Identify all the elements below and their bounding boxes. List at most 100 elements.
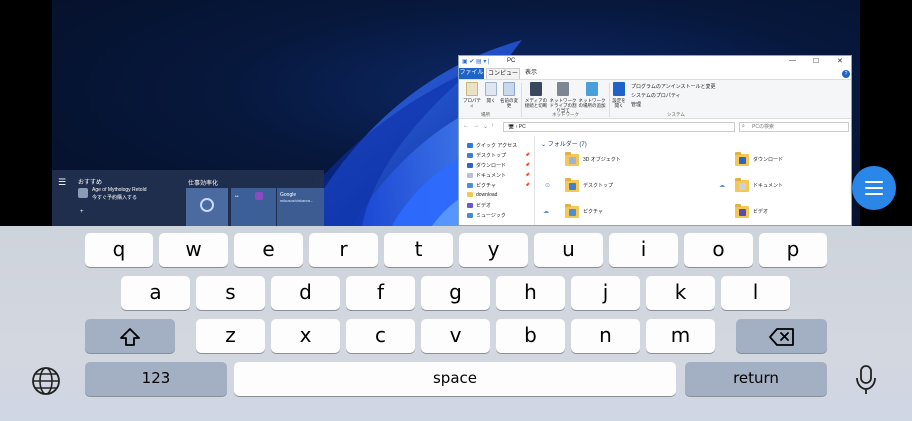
nav-item-pictures[interactable]: ピクチャ: [467, 182, 496, 189]
minimize-icon[interactable]: —: [789, 57, 796, 64]
back-arrow-icon[interactable]: ←: [463, 123, 469, 129]
search-input[interactable]: PCの検索: [739, 122, 849, 132]
document-icon: [467, 173, 473, 178]
globe-icon[interactable]: [30, 365, 62, 397]
file-explorer-window[interactable]: ▣ ✔ ▤ ▾ | PC — ☐ ✕ ファイル コンピューター 表示 ? プロパ…: [458, 55, 852, 226]
start-menu[interactable]: ☰ おすすめ Age of Mythology Retold 今すぐ予約購入する…: [52, 170, 324, 226]
key-w[interactable]: w: [159, 233, 228, 267]
nav-item-desktop[interactable]: デスクトップ: [467, 152, 506, 159]
video-icon: [467, 203, 473, 208]
nav-item-documents[interactable]: ドキュメント: [467, 172, 506, 179]
add-icon[interactable]: +: [80, 209, 84, 215]
folders-section-header[interactable]: ⌄ フォルダー (7): [541, 139, 587, 148]
floating-menu-button[interactable]: [852, 166, 896, 210]
tile-google[interactable]: Google mikusoshinkanra...: [277, 188, 324, 226]
remote-desktop[interactable]: ☰ おすすめ Age of Mythology Retold 今すぐ予約購入する…: [52, 0, 860, 226]
key-m[interactable]: m: [646, 319, 715, 353]
space-key[interactable]: space: [234, 362, 676, 396]
key-f[interactable]: f: [346, 276, 415, 310]
tile-apps[interactable]: ••: [231, 188, 276, 226]
maximize-icon[interactable]: ☐: [813, 57, 819, 65]
nav-item-download-folder[interactable]: download: [467, 192, 497, 198]
onscreen-keyboard: q w e r t y u i o p a s d f g h j k l z …: [0, 226, 912, 421]
ribbon-properties-button[interactable]: プロパティ: [462, 82, 482, 108]
key-q[interactable]: q: [85, 233, 153, 267]
key-k[interactable]: k: [646, 276, 715, 310]
key-y[interactable]: y: [459, 233, 528, 267]
manage-link[interactable]: 管理: [631, 101, 641, 108]
nav-item-downloads[interactable]: ダウンロード: [467, 162, 506, 169]
tab-view[interactable]: 表示: [521, 68, 541, 79]
system-properties-link[interactable]: システムのプロパティ: [631, 92, 681, 99]
address-text: PC: [518, 124, 526, 130]
microphone-icon[interactable]: [854, 364, 878, 396]
key-t[interactable]: t: [384, 233, 453, 267]
key-g[interactable]: g: [421, 276, 490, 310]
group-network: ネットワーク: [552, 112, 579, 117]
group-location: 場所: [481, 112, 490, 117]
rename-icon: [503, 82, 515, 96]
desktop-icon: [467, 153, 473, 158]
ribbon-add-location-button[interactable]: ネットワークの場所の追加: [578, 82, 606, 108]
ribbon-separator: [521, 83, 522, 117]
key-a[interactable]: a: [121, 276, 190, 310]
return-key[interactable]: return: [685, 362, 827, 396]
ribbon-map-drive-button[interactable]: ネットワークドライブの割り当て: [549, 82, 577, 113]
recommended-item-title: Age of Mythology Retold: [92, 187, 147, 193]
nav-item-music[interactable]: ミュージック: [467, 212, 506, 219]
ribbon-open-button[interactable]: 開く: [484, 82, 498, 103]
ribbon-map-drive-label: ネットワークドライブの割り当て: [549, 98, 577, 113]
ribbon-settings-label: 設定を開く: [612, 98, 626, 108]
explorer-titlebar[interactable]: ▣ ✔ ▤ ▾ | PC — ☐ ✕: [459, 56, 851, 68]
folder-icon: [565, 178, 579, 192]
key-v[interactable]: v: [421, 319, 490, 353]
forward-arrow-icon[interactable]: →: [473, 123, 479, 129]
start-menu-hamburger-icon[interactable]: ☰: [58, 177, 66, 188]
key-z[interactable]: z: [196, 319, 265, 353]
settings-gear-icon: [613, 82, 625, 96]
address-input[interactable]: 🖥 › PC: [503, 122, 735, 132]
properties-icon: [466, 82, 478, 96]
game-icon: [78, 188, 88, 198]
key-p[interactable]: p: [759, 233, 827, 267]
key-i[interactable]: i: [609, 233, 678, 267]
numbers-key[interactable]: 123: [85, 362, 227, 396]
key-e[interactable]: e: [234, 233, 303, 267]
key-o[interactable]: o: [684, 233, 753, 267]
uninstall-program-link[interactable]: プログラムのアンインストールと変更: [631, 83, 716, 90]
pin-icon: 📌: [525, 162, 530, 167]
key-l[interactable]: l: [721, 276, 790, 310]
key-u[interactable]: u: [534, 233, 603, 267]
help-icon[interactable]: ?: [842, 70, 850, 78]
nav-item-videos[interactable]: ビデオ: [467, 202, 491, 209]
ribbon-settings-button[interactable]: 設定を開く: [611, 82, 627, 108]
key-c[interactable]: c: [346, 319, 415, 353]
recommended-item-sub: 今すぐ予約購入する: [92, 195, 138, 201]
tab-file[interactable]: ファイル: [459, 68, 484, 79]
key-d[interactable]: d: [271, 276, 340, 310]
recommended-item[interactable]: Age of Mythology Retold 今すぐ予約購入する: [78, 187, 188, 205]
nav-item-quick-access[interactable]: クイック アクセス: [467, 142, 517, 149]
shift-key[interactable]: [85, 319, 175, 353]
network-location-icon: [586, 82, 598, 96]
up-arrow-icon[interactable]: ↑: [491, 123, 494, 129]
key-b[interactable]: b: [496, 319, 565, 353]
key-j[interactable]: j: [571, 276, 640, 310]
key-s[interactable]: s: [196, 276, 265, 310]
close-icon[interactable]: ✕: [837, 57, 843, 65]
menu-icon: [865, 181, 883, 183]
ribbon-rename-button[interactable]: 名前の変更: [500, 82, 518, 108]
key-h[interactable]: h: [496, 276, 565, 310]
recent-chevron-icon[interactable]: ⌄: [483, 123, 488, 130]
tile-edge[interactable]: [186, 188, 228, 226]
letterbox-left: [0, 0, 52, 226]
key-x[interactable]: x: [271, 319, 340, 353]
ribbon-separator: [609, 83, 610, 117]
quick-access-toolbar-icon[interactable]: ▣ ✔ ▤ ▾ |: [462, 58, 490, 65]
key-n[interactable]: n: [571, 319, 640, 353]
backspace-key[interactable]: [736, 319, 827, 353]
tab-computer[interactable]: コンピューター: [486, 68, 520, 88]
key-r[interactable]: r: [309, 233, 378, 267]
ribbon-media-button[interactable]: メディアの接続と切断: [524, 82, 548, 108]
group-system: システム: [667, 112, 685, 117]
